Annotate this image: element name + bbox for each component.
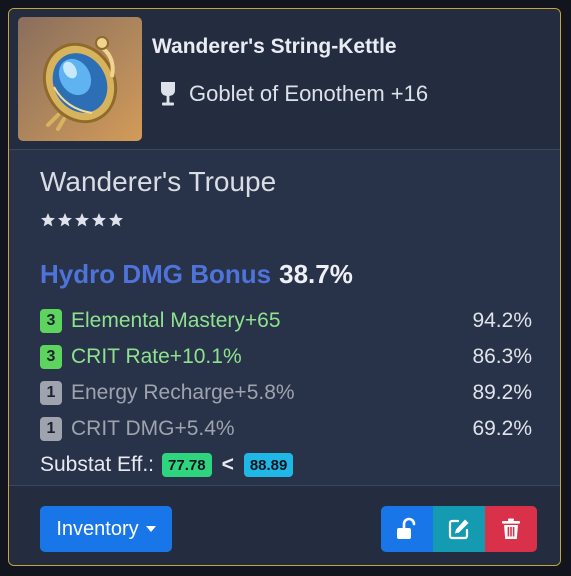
substat-row: 3 CRIT Rate+10.1% 86.3% xyxy=(40,343,532,371)
artifact-slot-label: Goblet of Eonothem +16 xyxy=(189,81,429,106)
star-icon xyxy=(75,213,89,227)
artifact-goblet-image xyxy=(42,36,118,131)
star-icon xyxy=(41,213,55,227)
artifact-actions xyxy=(381,506,537,552)
substat-row: 1 Energy Recharge+5.8% 89.2% xyxy=(40,379,532,407)
edit-icon xyxy=(448,519,469,540)
location-dropdown-button[interactable]: Inventory xyxy=(40,506,172,552)
caret-down-icon xyxy=(145,526,156,532)
artifact-slot: Goblet of Eonothem +16 xyxy=(159,80,428,108)
substat-text: Energy Recharge+5.8% xyxy=(71,381,295,404)
roll-count-badge: 3 xyxy=(40,345,62,369)
unlock-icon xyxy=(397,517,416,539)
substat-efficiency: Substat Eff.: 77.78 < 88.89 xyxy=(40,451,294,479)
substat-text: Elemental Mastery+65 xyxy=(71,309,281,332)
card-footer: Inventory xyxy=(9,485,560,565)
card-header: Wanderer's String-Kettle Goblet of Eonot… xyxy=(9,9,560,150)
efficiency-label: Substat Eff.: xyxy=(40,453,155,476)
star-icon xyxy=(92,213,106,227)
lock-toggle-button[interactable] xyxy=(381,506,433,552)
substat-percent: 69.2% xyxy=(472,417,532,440)
substat-text: CRIT DMG+5.4% xyxy=(71,417,235,440)
artifact-set-name: Wanderer's Troupe xyxy=(40,166,277,197)
main-stat-value: 38.7% xyxy=(279,259,353,289)
substat-percent: 89.2% xyxy=(472,381,532,404)
substat-text: CRIT Rate+10.1% xyxy=(71,345,242,368)
main-stat: Hydro DMG Bonus 38.7% xyxy=(40,259,353,290)
star-icon xyxy=(109,213,123,227)
edit-button[interactable] xyxy=(433,506,485,552)
efficiency-comparator: < xyxy=(221,453,234,476)
roll-count-badge: 1 xyxy=(40,381,62,405)
rarity-stars xyxy=(40,212,124,228)
roll-count-badge: 3 xyxy=(40,309,62,333)
substat-percent: 86.3% xyxy=(472,345,532,368)
goblet-icon xyxy=(161,82,175,106)
roll-count-badge: 1 xyxy=(40,417,62,441)
trash-icon xyxy=(502,518,520,539)
substat-row: 3 Elemental Mastery+65 94.2% xyxy=(40,307,532,335)
substat-row: 1 CRIT DMG+5.4% 69.2% xyxy=(40,415,532,443)
artifact-card: Wanderer's String-Kettle Goblet of Eonot… xyxy=(8,8,561,566)
artifact-name: Wanderer's String-Kettle xyxy=(152,35,397,58)
efficiency-max-badge: 88.89 xyxy=(243,453,294,477)
artifact-image xyxy=(18,17,142,141)
efficiency-current-badge: 77.78 xyxy=(162,453,212,477)
delete-button[interactable] xyxy=(485,506,537,552)
main-stat-name: Hydro DMG Bonus xyxy=(40,259,272,289)
star-icon xyxy=(58,213,72,227)
substat-percent: 94.2% xyxy=(472,309,532,332)
location-dropdown-label: Inventory xyxy=(56,517,139,540)
